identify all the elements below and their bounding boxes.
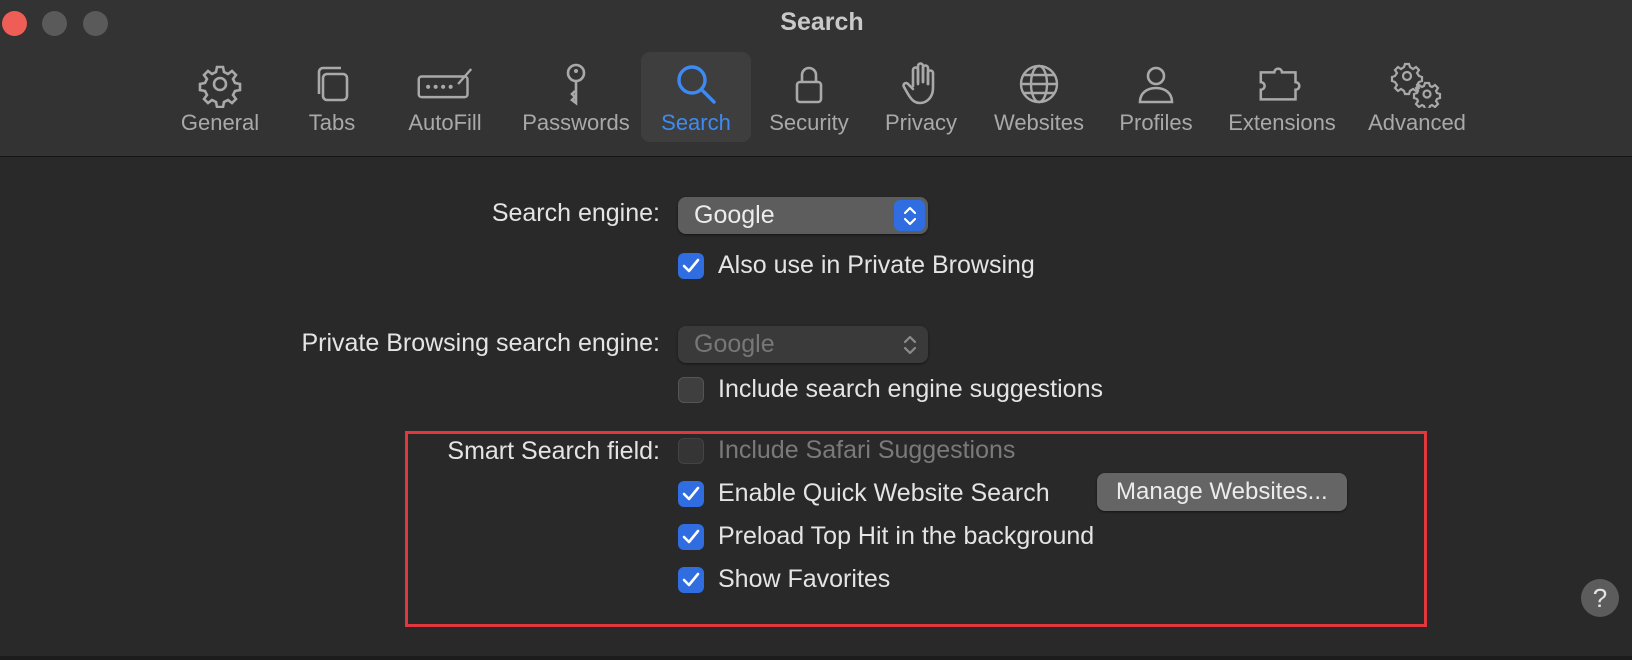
autofill-icon [417, 68, 473, 99]
option-label: Include Safari Suggestions [718, 436, 1016, 464]
gears-icon [1390, 62, 1442, 108]
window-bottom-edge [0, 656, 1632, 660]
private-engine-value: Google [694, 330, 775, 358]
tab-label: Tabs [308, 110, 356, 135]
checkbox-checked[interactable] [678, 252, 704, 279]
search-icon [677, 65, 716, 104]
checkbox-checked[interactable] [678, 523, 704, 550]
show-favorites-option[interactable]: Show Favorites [678, 565, 890, 594]
private-engine-label: Private Browsing search engine: [301, 329, 660, 357]
checkbox-checked[interactable] [678, 480, 704, 507]
key-icon [566, 63, 586, 106]
tab-general[interactable]: General [175, 52, 265, 142]
preload-top-hit-option[interactable]: Preload Top Hit in the background [678, 522, 1094, 551]
private-engine-select[interactable]: Google [678, 326, 928, 363]
tab-label: Privacy [884, 110, 958, 135]
tab-security[interactable]: Security [764, 52, 854, 142]
tab-label: Extensions [1228, 110, 1336, 135]
chevron-updown-icon [894, 329, 925, 360]
tab-autofill[interactable]: AutoFill [397, 52, 493, 142]
smart-search-label: Smart Search field: [447, 437, 660, 465]
option-label: Show Favorites [718, 565, 891, 593]
option-label: Enable Quick Website Search [718, 479, 1050, 507]
help-button[interactable]: ? [1581, 579, 1619, 617]
tab-passwords[interactable]: Passwords [512, 52, 640, 142]
tab-label: Search [661, 110, 731, 135]
option-label: Include search engine suggestions [718, 375, 1103, 403]
safari-settings-window: Search General Tabs AutoFill Passwords S… [0, 0, 1632, 660]
option-label: Preload Top Hit in the background [718, 522, 1095, 550]
tab-search[interactable]: Search [641, 52, 751, 142]
tab-privacy[interactable]: Privacy [878, 52, 964, 142]
include-safari-suggestions-option[interactable]: Include Safari Suggestions [678, 436, 1015, 465]
checkbox-disabled[interactable] [678, 437, 704, 464]
tab-label: Security [769, 110, 849, 135]
globe-icon [1019, 64, 1059, 104]
search-engine-label: Search engine: [491, 199, 660, 227]
tab-label: Websites [993, 110, 1085, 135]
title-bar: Search General Tabs AutoFill Passwords S… [0, 0, 1632, 157]
also-private-browsing-option[interactable]: Also use in Private Browsing [678, 251, 1035, 280]
lock-icon [795, 66, 823, 104]
hand-icon [902, 62, 935, 105]
tabs-icon [317, 66, 349, 102]
tab-websites[interactable]: Websites [987, 52, 1091, 142]
include-suggestions-option[interactable]: Include search engine suggestions [678, 375, 1103, 404]
tab-advanced[interactable]: Advanced [1360, 52, 1474, 142]
person-icon [1138, 66, 1174, 104]
tab-profiles[interactable]: Profiles [1112, 52, 1200, 142]
checkbox-checked[interactable] [678, 566, 704, 593]
tab-label: General [180, 110, 260, 135]
puzzle-icon [1259, 67, 1301, 101]
tab-label: AutoFill [408, 110, 482, 135]
tab-label: Profiles [1119, 110, 1193, 135]
tab-label: Passwords [522, 110, 630, 135]
search-engine-value: Google [694, 201, 775, 229]
gear-icon [198, 65, 242, 108]
quick-website-search-option[interactable]: Enable Quick Website Search [678, 479, 1050, 508]
option-label: Also use in Private Browsing [718, 251, 1035, 279]
manage-websites-button[interactable]: Manage Websites... [1097, 473, 1347, 511]
checkbox-unchecked[interactable] [678, 376, 704, 403]
search-engine-select[interactable]: Google [678, 197, 928, 234]
chevron-updown-icon [894, 200, 925, 231]
settings-content: Search engine: Google Also use in Privat… [0, 157, 1632, 660]
window-title: Search [780, 8, 864, 36]
tab-extensions[interactable]: Extensions [1222, 52, 1342, 142]
tab-label: Advanced [1368, 110, 1466, 135]
settings-toolbar: General Tabs AutoFill Passwords Search S… [0, 52, 1632, 144]
tab-tabs[interactable]: Tabs [295, 52, 369, 142]
